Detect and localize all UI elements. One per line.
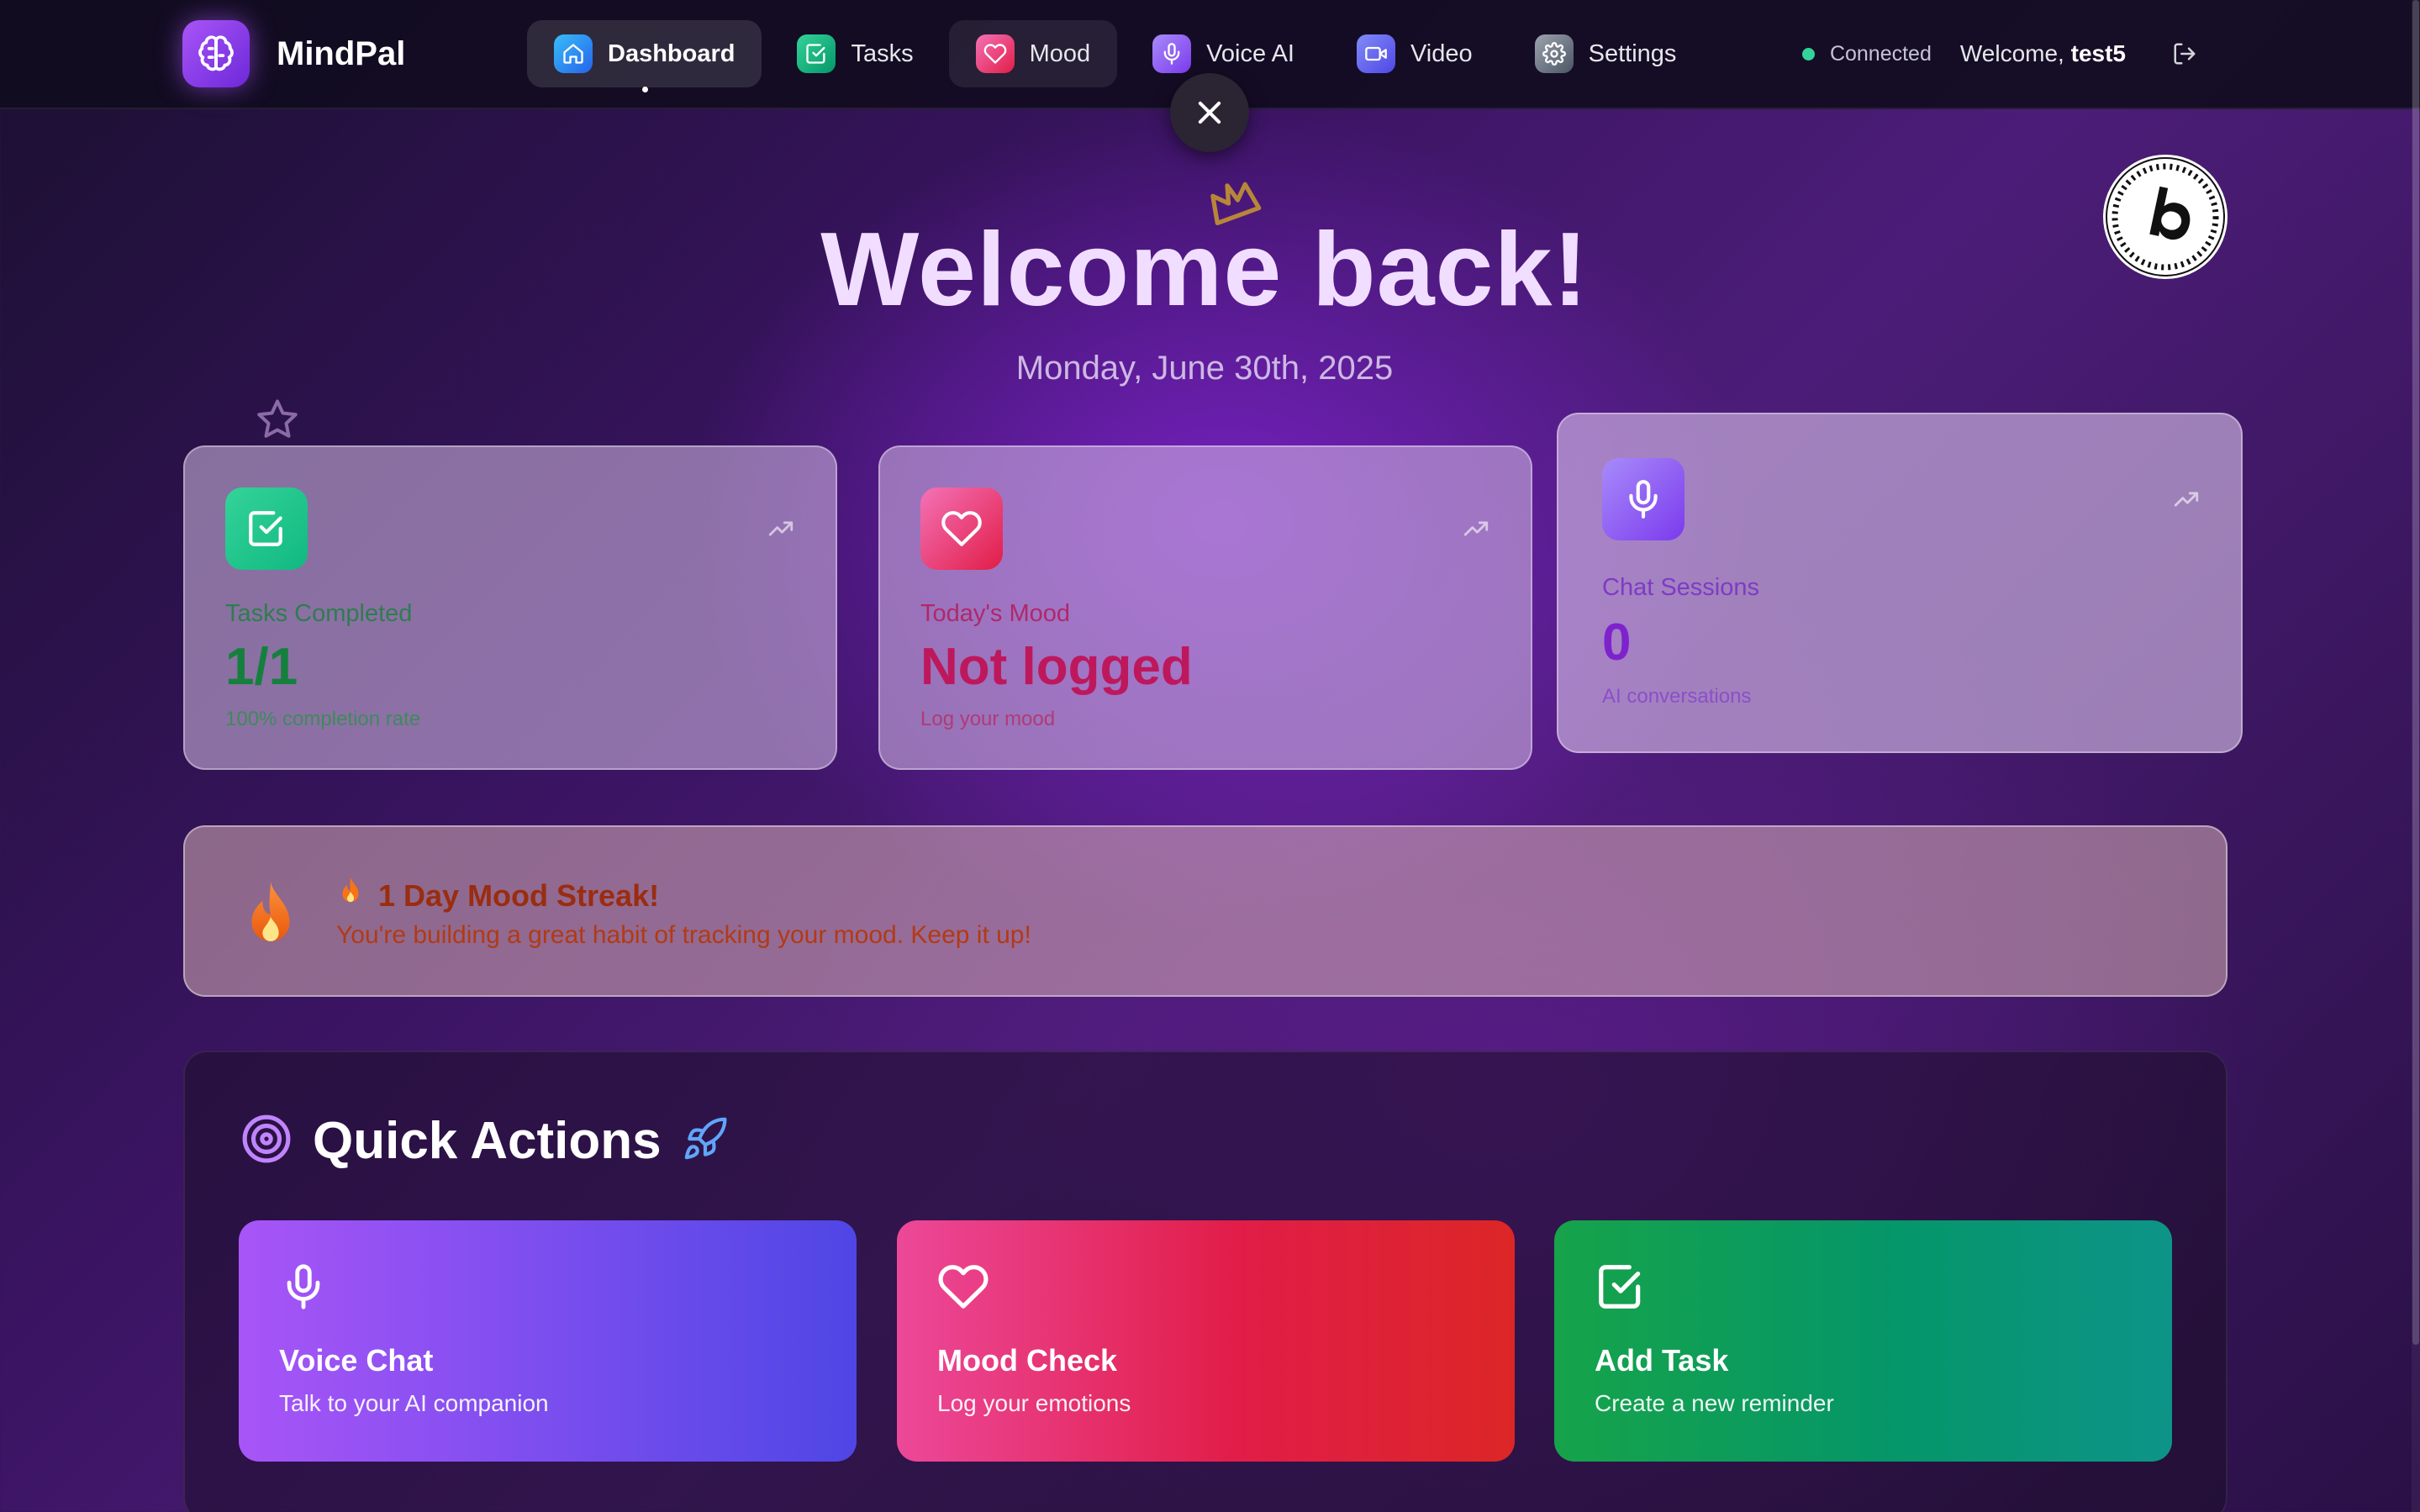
stat-sub: AI conversations	[1602, 685, 1752, 708]
quick-actions-header: Quick Actions	[240, 1111, 729, 1171]
voice-chat-action[interactable]: Voice Chat Talk to your AI companion	[239, 1220, 857, 1462]
home-icon	[554, 34, 593, 73]
mood-check-action[interactable]: Mood Check Log your emotions	[897, 1220, 1515, 1462]
mic-icon	[1602, 458, 1685, 540]
flame-icon	[237, 879, 304, 959]
video-icon	[1356, 34, 1395, 73]
stat-label: Tasks Completed	[225, 600, 413, 627]
mic-icon	[279, 1261, 328, 1317]
stat-card-mood[interactable]: Today's Mood Not logged Log your mood	[878, 445, 1532, 770]
gear-icon	[1534, 34, 1574, 73]
close-icon	[1198, 101, 1221, 124]
mic-icon	[1152, 34, 1192, 73]
flame-icon	[336, 876, 365, 915]
rocket-icon	[682, 1115, 729, 1167]
action-title: Voice Chat	[279, 1343, 434, 1378]
check-square-icon	[797, 34, 836, 73]
star-icon	[252, 395, 303, 450]
logout-icon[interactable]	[2168, 37, 2201, 71]
trending-up-icon	[767, 514, 795, 547]
welcome-prefix: Welcome,	[1959, 40, 2064, 66]
heart-icon	[975, 34, 1015, 73]
target-icon	[240, 1113, 293, 1169]
stat-label: Today's Mood	[920, 600, 1071, 627]
nav-dashboard-label: Dashboard	[608, 40, 735, 67]
check-square-icon	[225, 487, 308, 570]
page-title: Welcome back!	[820, 212, 1589, 328]
action-title: Mood Check	[937, 1343, 1118, 1378]
stat-value: 1/1	[225, 638, 298, 696]
heart-icon	[920, 487, 1003, 570]
brain-icon	[182, 20, 250, 87]
stat-sub: 100% completion rate	[225, 708, 421, 730]
stat-card-tasks[interactable]: Tasks Completed 1/1 100% completion rate	[183, 445, 837, 770]
heart-icon	[937, 1261, 989, 1317]
add-task-action[interactable]: Add Task Create a new reminder	[1554, 1220, 2172, 1462]
app-name: MindPal	[277, 34, 406, 72]
nav-tasks-label: Tasks	[851, 40, 914, 67]
stat-card-chat[interactable]: Chat Sessions 0 AI conversations	[1557, 413, 2243, 753]
welcome-user: Welcome, test5	[1960, 40, 2126, 67]
action-subtitle: Create a new reminder	[1595, 1390, 1834, 1416]
scrollbar-thumb[interactable]	[2412, 0, 2419, 1345]
scrollbar[interactable]	[2412, 0, 2420, 1512]
nav-menu: Dashboard Tasks Mood Voice AI Video Sett…	[527, 20, 1711, 92]
streak-title-text: 1 Day Mood Streak!	[378, 877, 660, 913]
active-indicator	[641, 87, 648, 92]
streak-message: You're building a great habit of trackin…	[336, 921, 1031, 949]
username: test5	[2070, 40, 2126, 66]
action-subtitle: Log your emotions	[937, 1390, 1131, 1416]
nav-video-label: Video	[1410, 40, 1473, 67]
nav-mood-label: Mood	[1029, 40, 1091, 67]
stat-value: 0	[1602, 614, 1632, 672]
trending-up-icon	[2172, 485, 2201, 518]
nav-video[interactable]: Video	[1330, 20, 1500, 87]
stat-value: Not logged	[920, 638, 1193, 696]
mood-streak-banner: 1 Day Mood Streak! You're building a gre…	[183, 825, 2228, 997]
action-subtitle: Talk to your AI companion	[279, 1390, 549, 1416]
nav-mood[interactable]: Mood	[948, 20, 1118, 87]
action-title: Add Task	[1595, 1343, 1729, 1378]
nav-tasks[interactable]: Tasks	[770, 20, 940, 87]
stat-label: Chat Sessions	[1602, 574, 1759, 601]
nav-user-area: Connected Welcome, test5	[1801, 20, 2201, 87]
nav-voice-ai-label: Voice AI	[1206, 40, 1294, 67]
nav-settings-label: Settings	[1588, 40, 1677, 67]
connection-status-dot	[1801, 47, 1815, 61]
current-date: Monday, June 30th, 2025	[1015, 350, 1394, 387]
trending-up-icon	[1462, 514, 1490, 547]
streak-title: 1 Day Mood Streak!	[336, 876, 659, 915]
nav-dashboard[interactable]: Dashboard	[527, 20, 762, 92]
stat-sub: Log your mood	[920, 708, 1056, 730]
brand[interactable]: MindPal	[182, 20, 405, 87]
check-square-icon	[1595, 1261, 1647, 1317]
quick-actions-title: Quick Actions	[313, 1112, 662, 1170]
connection-status: Connected	[1829, 41, 1932, 66]
nav-settings[interactable]: Settings	[1508, 20, 1704, 87]
close-button[interactable]	[1170, 73, 1249, 152]
